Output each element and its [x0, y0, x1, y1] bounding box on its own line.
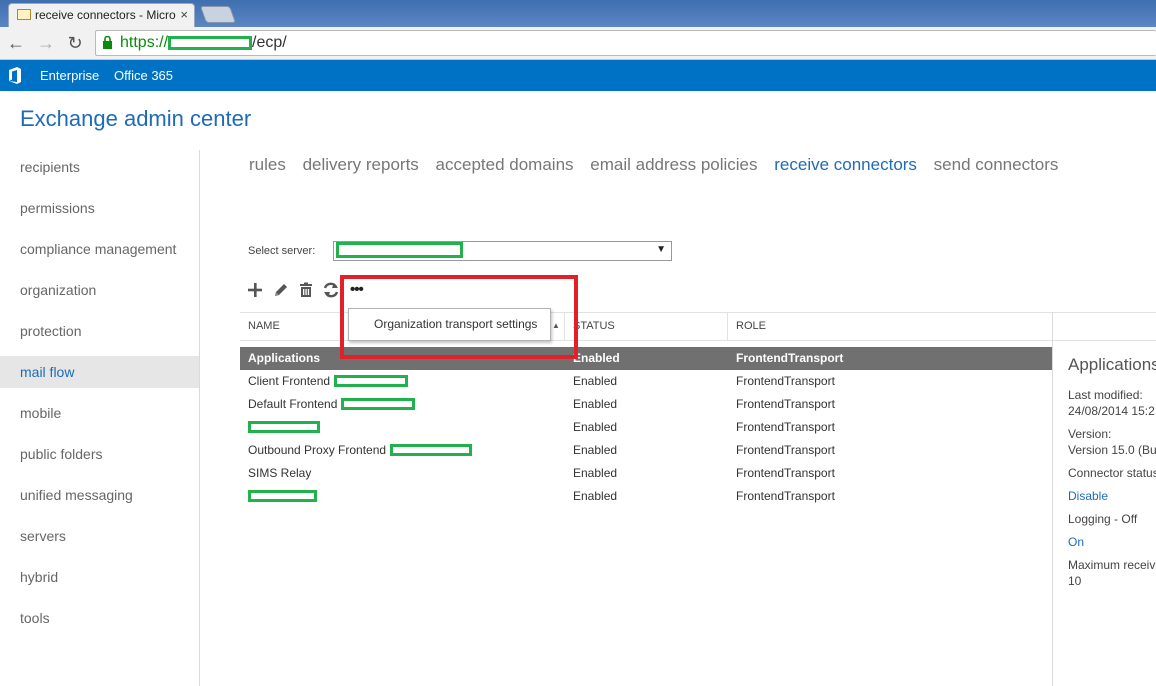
disable-link[interactable]: Disable	[1068, 488, 1156, 504]
nav-enterprise[interactable]: Enterprise	[40, 60, 99, 91]
nav-item-permissions[interactable]: permissions	[0, 192, 199, 224]
column-role-header[interactable]: ROLE	[736, 313, 766, 341]
edit-icon[interactable]	[271, 280, 291, 300]
row-name: SIMS Relay	[248, 466, 312, 480]
column-name-header[interactable]: NAME	[248, 313, 280, 341]
server-select[interactable]: ▼	[333, 241, 672, 261]
reload-icon[interactable]: ↻	[64, 32, 86, 54]
tab-title: receive connectors - Micro	[35, 8, 176, 22]
logging-label: Logging - Off	[1068, 512, 1138, 526]
row-status: Enabled	[573, 374, 618, 388]
connector-status-label: Connector status	[1068, 466, 1156, 480]
nav-item-unified-messaging[interactable]: unified messaging	[0, 479, 199, 511]
redacted-text	[334, 375, 409, 387]
table-row[interactable]: Client Frontend Enabled FrontendTranspor…	[240, 370, 1052, 393]
row-status: Enabled	[573, 420, 618, 434]
row-name: Client Frontend	[248, 374, 331, 388]
row-role: FrontendTransport	[736, 420, 835, 434]
logging-on-link[interactable]: On	[1068, 534, 1156, 550]
mail-favicon-icon	[17, 9, 31, 20]
redacted-text	[341, 398, 416, 410]
row-role: FrontendTransport	[736, 374, 835, 388]
forward-arrow-icon[interactable]: →	[35, 32, 57, 54]
row-role: FrontendTransport	[736, 466, 835, 480]
delete-icon[interactable]	[296, 280, 316, 300]
tab-close-icon[interactable]: ×	[180, 4, 188, 26]
page-title: Exchange admin center	[20, 106, 252, 131]
url-path: /ecp/	[252, 34, 287, 51]
details-divider	[1052, 312, 1053, 686]
nav-item-recipients[interactable]: recipients	[0, 151, 199, 183]
tab-accepted-domains[interactable]: accepted domains	[436, 155, 574, 174]
row-status: Enabled	[573, 489, 618, 503]
tab-email-address-policies[interactable]: email address policies	[590, 155, 757, 174]
lock-icon	[103, 36, 112, 49]
nav-divider	[199, 150, 200, 686]
row-role: FrontendTransport	[736, 351, 844, 365]
browser-toolbar: ← → ↻ https:// /ecp/	[0, 27, 1156, 60]
row-name: Applications	[248, 351, 321, 365]
version-label: Version:	[1068, 427, 1112, 441]
table-row[interactable]: Enabled FrontendTransport	[240, 416, 1052, 439]
refresh-icon[interactable]	[321, 280, 341, 300]
redacted-text	[248, 421, 320, 433]
table-row[interactable]: Outbound Proxy Frontend Enabled Frontend…	[240, 439, 1052, 462]
row-status: Enabled	[573, 351, 620, 365]
row-status: Enabled	[573, 397, 618, 411]
tab-delivery-reports[interactable]: delivery reports	[303, 155, 419, 174]
url-scheme: https://	[120, 34, 169, 51]
details-pane: Applications Last modified: 24/08/2014 1…	[1068, 355, 1156, 589]
add-icon[interactable]	[245, 280, 265, 300]
max-receive-label: Maximum receive	[1068, 558, 1156, 572]
row-role: FrontendTransport	[736, 397, 835, 411]
subtabs: rules delivery reports accepted domains …	[249, 155, 1070, 177]
back-arrow-icon[interactable]: ←	[5, 32, 27, 54]
nav-item-compliance-management[interactable]: compliance management	[0, 233, 199, 265]
table-row[interactable]: SIMS Relay Enabled FrontendTransport	[240, 462, 1052, 485]
left-nav: recipients permissions compliance manage…	[0, 146, 199, 686]
nav-item-organization[interactable]: organization	[0, 274, 199, 306]
last-modified-value: 24/08/2014 15:2	[1068, 404, 1155, 418]
column-status-header[interactable]: STATUS	[573, 313, 615, 341]
nav-item-mail-flow[interactable]: mail flow	[0, 356, 199, 388]
row-name: Outbound Proxy Frontend	[248, 443, 387, 457]
browser-tabstrip: receive connectors - Micro ×	[0, 0, 1156, 27]
table-row[interactable]: Default Frontend Enabled FrontendTranspo…	[240, 393, 1052, 416]
max-receive-value: 10	[1068, 574, 1082, 588]
tab-rules[interactable]: rules	[249, 155, 286, 174]
new-tab-button[interactable]	[199, 6, 237, 23]
nav-item-mobile[interactable]: mobile	[0, 397, 199, 429]
row-status: Enabled	[573, 466, 618, 480]
office-logo-icon	[9, 67, 21, 84]
row-name: Default Frontend	[248, 397, 338, 411]
tab-send-connectors[interactable]: send connectors	[934, 155, 1059, 174]
redacted-host	[168, 35, 253, 50]
browser-tab[interactable]: receive connectors - Micro ×	[8, 3, 195, 27]
version-value: Version 15.0 (Bui	[1068, 443, 1156, 457]
redacted-text	[390, 444, 473, 456]
nav-item-tools[interactable]: tools	[0, 602, 199, 634]
nav-office365[interactable]: Office 365	[114, 60, 173, 91]
nav-item-servers[interactable]: servers	[0, 520, 199, 552]
dropdown-arrow-icon: ▼	[656, 244, 666, 255]
nav-item-protection[interactable]: protection	[0, 315, 199, 347]
redacted-server	[336, 242, 463, 258]
row-status: Enabled	[573, 443, 618, 457]
column-divider	[727, 313, 728, 341]
server-label: Select server:	[248, 245, 316, 257]
address-bar[interactable]: https:// /ecp/	[95, 30, 1156, 56]
nav-item-public-folders[interactable]: public folders	[0, 438, 199, 470]
tab-receive-connectors[interactable]: receive connectors	[774, 155, 917, 174]
row-role: FrontendTransport	[736, 443, 835, 457]
details-title: Applications	[1068, 355, 1156, 374]
redacted-text	[248, 490, 317, 502]
highlight-box	[340, 275, 578, 359]
table-row[interactable]: Enabled FrontendTransport	[240, 485, 1052, 508]
last-modified-label: Last modified:	[1068, 388, 1143, 402]
suite-bar: Enterprise Office 365	[0, 60, 1156, 91]
nav-item-hybrid[interactable]: hybrid	[0, 561, 199, 593]
row-role: FrontendTransport	[736, 489, 835, 503]
